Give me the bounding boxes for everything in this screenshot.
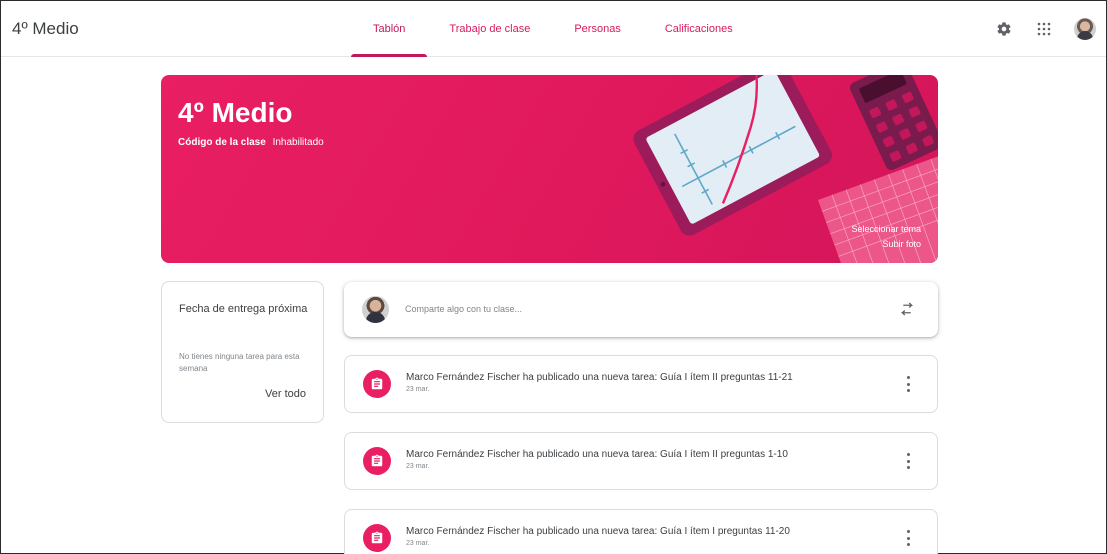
post-date: 23 mar. xyxy=(406,463,430,470)
tab-trabajo-de-clase[interactable]: Trabajo de clase xyxy=(427,1,552,57)
banner-class-title: 4º Medio xyxy=(178,97,293,128)
upcoming-title: Fecha de entrega próxima xyxy=(179,303,308,315)
more-vert-icon[interactable] xyxy=(905,453,911,469)
assignment-icon xyxy=(363,524,391,552)
top-app-bar: 4º Medio Tablón Trabajo de clase Persona… xyxy=(1,1,1106,57)
tab-calificaciones[interactable]: Calificaciones xyxy=(643,1,755,57)
post-text: Marco Fernández Fischer ha publicado una… xyxy=(406,526,790,537)
tab-tablon[interactable]: Tablón xyxy=(351,1,428,57)
top-actions xyxy=(994,18,1096,40)
assignment-icon xyxy=(363,447,391,475)
class-title[interactable]: 4º Medio xyxy=(12,19,79,39)
repost-icon[interactable] xyxy=(898,300,916,318)
avatar[interactable] xyxy=(1074,18,1096,40)
post-text: Marco Fernández Fischer ha publicado una… xyxy=(406,449,788,460)
class-code: Código de la clase Inhabilitado xyxy=(178,137,324,148)
more-vert-icon[interactable] xyxy=(905,376,911,392)
gear-icon[interactable] xyxy=(994,19,1014,39)
assignment-icon xyxy=(363,370,391,398)
post-date: 23 mar. xyxy=(406,386,430,393)
upload-photo-link[interactable]: Subir foto xyxy=(851,237,921,252)
post-text: Marco Fernández Fischer ha publicado una… xyxy=(406,372,793,383)
class-banner: 4º Medio Código de la clase Inhabilitado… xyxy=(161,75,938,263)
avatar xyxy=(362,296,389,323)
tab-personas[interactable]: Personas xyxy=(552,1,642,57)
class-code-value: Inhabilitado xyxy=(272,137,324,148)
post-date: 23 mar. xyxy=(406,540,430,547)
class-code-label: Código de la clase xyxy=(178,137,266,148)
more-vert-icon[interactable] xyxy=(905,530,911,546)
view-all-link[interactable]: Ver todo xyxy=(265,388,306,400)
upcoming-empty-text: No tienes ninguna tarea para esta semana xyxy=(179,352,300,373)
select-theme-link[interactable]: Seleccionar tema xyxy=(851,222,921,237)
stream-item[interactable]: Marco Fernández Fischer ha publicado una… xyxy=(344,509,938,554)
apps-grid-icon[interactable] xyxy=(1034,19,1054,39)
stream-item[interactable]: Marco Fernández Fischer ha publicado una… xyxy=(344,355,938,413)
share-input[interactable]: Comparte algo con tu clase... xyxy=(405,304,522,314)
banner-actions: Seleccionar tema Subir foto xyxy=(851,222,921,252)
stream-item[interactable]: Marco Fernández Fischer ha publicado una… xyxy=(344,432,938,490)
tab-bar: Tablón Trabajo de clase Personas Calific… xyxy=(351,1,755,57)
share-box[interactable]: Comparte algo con tu clase... xyxy=(344,282,938,337)
upcoming-card: Fecha de entrega próxima No tienes ningu… xyxy=(161,281,324,423)
